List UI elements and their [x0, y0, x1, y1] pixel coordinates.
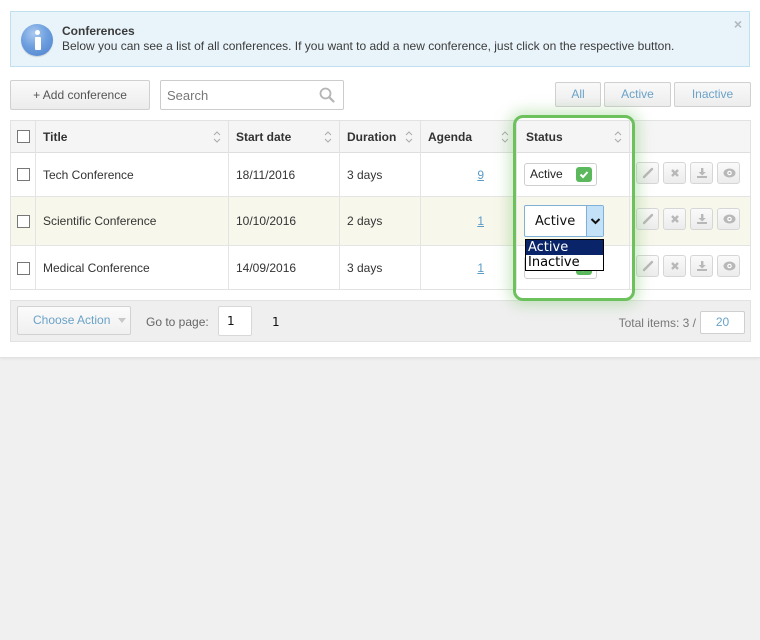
filter-inactive-button[interactable]: Inactive	[674, 82, 751, 107]
edit-button[interactable]	[636, 208, 659, 230]
duration-cell: 3 days	[340, 153, 421, 196]
agenda-cell: 9	[421, 153, 517, 196]
status-select-value: Active	[535, 214, 576, 229]
delete-button[interactable]	[663, 162, 686, 184]
column-duration-label: Duration	[347, 130, 397, 144]
table-footer: Choose Action Go to page: 1 Total items:…	[10, 300, 751, 342]
column-agenda-label: Agenda	[428, 130, 473, 144]
start-date-cell: 10/10/2016	[229, 197, 340, 245]
edit-button[interactable]	[636, 255, 659, 277]
chevron-down-icon[interactable]	[586, 206, 603, 236]
status-toggle[interactable]: Active	[524, 163, 597, 186]
alert-description: Below you can see a list of all conferen…	[62, 39, 675, 53]
search-icon[interactable]	[319, 87, 335, 103]
duration-cell: 2 days	[340, 197, 421, 245]
sort-icon[interactable]	[405, 130, 413, 144]
choose-action-dropdown[interactable]: Choose Action	[17, 306, 131, 335]
close-icon[interactable]: ×	[734, 16, 742, 32]
choose-action-label: Choose Action	[33, 313, 111, 327]
column-header-title[interactable]: Title	[36, 121, 229, 153]
alert-title: Conferences	[62, 24, 135, 38]
duration-cell: 3 days	[340, 246, 421, 290]
caret-down-icon	[118, 318, 126, 323]
row-select-cell	[11, 246, 36, 290]
sort-icon[interactable]	[324, 130, 332, 144]
row-checkbox[interactable]	[17, 214, 30, 228]
info-icon	[21, 24, 53, 56]
goto-page-input[interactable]	[218, 306, 252, 336]
column-header-status[interactable]: Status	[517, 121, 630, 153]
column-header-duration[interactable]: Duration	[340, 121, 421, 153]
column-title-label: Title	[43, 130, 68, 144]
column-status-label: Status	[526, 130, 563, 144]
column-header-actions	[630, 121, 750, 153]
sort-icon[interactable]	[614, 130, 622, 144]
items-per-page-select[interactable]: 20	[700, 311, 745, 334]
view-button[interactable]	[717, 162, 740, 184]
checkmark-icon	[576, 167, 592, 182]
status-select[interactable]: Active	[524, 205, 604, 237]
total-items-label: Total items: 3 /	[618, 316, 696, 330]
row-select-cell	[11, 153, 36, 196]
delete-button[interactable]	[663, 208, 686, 230]
search-box	[160, 80, 344, 110]
page-count: 1	[272, 315, 280, 329]
download-button[interactable]	[690, 208, 713, 230]
delete-button[interactable]	[663, 255, 686, 277]
row-checkbox[interactable]	[17, 261, 30, 275]
status-option-inactive[interactable]: Inactive	[526, 255, 603, 270]
edit-button[interactable]	[636, 162, 659, 184]
start-date-cell: 18/11/2016	[229, 153, 340, 196]
agenda-link[interactable]: 9	[477, 168, 484, 182]
goto-page-label: Go to page:	[146, 315, 209, 329]
conferences-panel: Conferences Below you can see a list of …	[0, 0, 760, 358]
view-button[interactable]	[717, 208, 740, 230]
title-cell: Tech Conference	[36, 153, 229, 196]
agenda-link[interactable]: 1	[477, 261, 484, 275]
search-input[interactable]	[161, 81, 311, 109]
table-header: Title Start date Duration Agenda Status	[11, 121, 750, 153]
agenda-cell: 1	[421, 197, 517, 245]
sort-icon[interactable]	[213, 130, 221, 144]
row-select-cell	[11, 197, 36, 245]
row-checkbox[interactable]	[17, 168, 30, 181]
header-select-all-cell	[11, 121, 36, 153]
start-date-cell: 14/09/2016	[229, 246, 340, 290]
info-alert: Conferences Below you can see a list of …	[10, 11, 750, 67]
column-start-date-label: Start date	[236, 130, 292, 144]
add-conference-button[interactable]: + Add conference	[10, 80, 150, 110]
select-all-checkbox[interactable]	[17, 130, 30, 143]
status-options-list: Active Inactive	[525, 239, 604, 271]
download-button[interactable]	[690, 162, 713, 184]
title-cell: Scientific Conference	[36, 197, 229, 245]
agenda-link[interactable]: 1	[477, 214, 484, 228]
download-button[interactable]	[690, 255, 713, 277]
column-header-agenda[interactable]: Agenda	[421, 121, 517, 153]
title-cell: Medical Conference	[36, 246, 229, 290]
status-option-active[interactable]: Active	[526, 240, 603, 255]
view-button[interactable]	[717, 255, 740, 277]
sort-icon[interactable]	[501, 130, 509, 144]
filter-active-button[interactable]: Active	[604, 82, 671, 107]
filter-all-button[interactable]: All	[555, 82, 601, 107]
agenda-cell: 1	[421, 246, 517, 290]
column-header-start-date[interactable]: Start date	[229, 121, 340, 153]
status-label: Active	[530, 167, 563, 181]
